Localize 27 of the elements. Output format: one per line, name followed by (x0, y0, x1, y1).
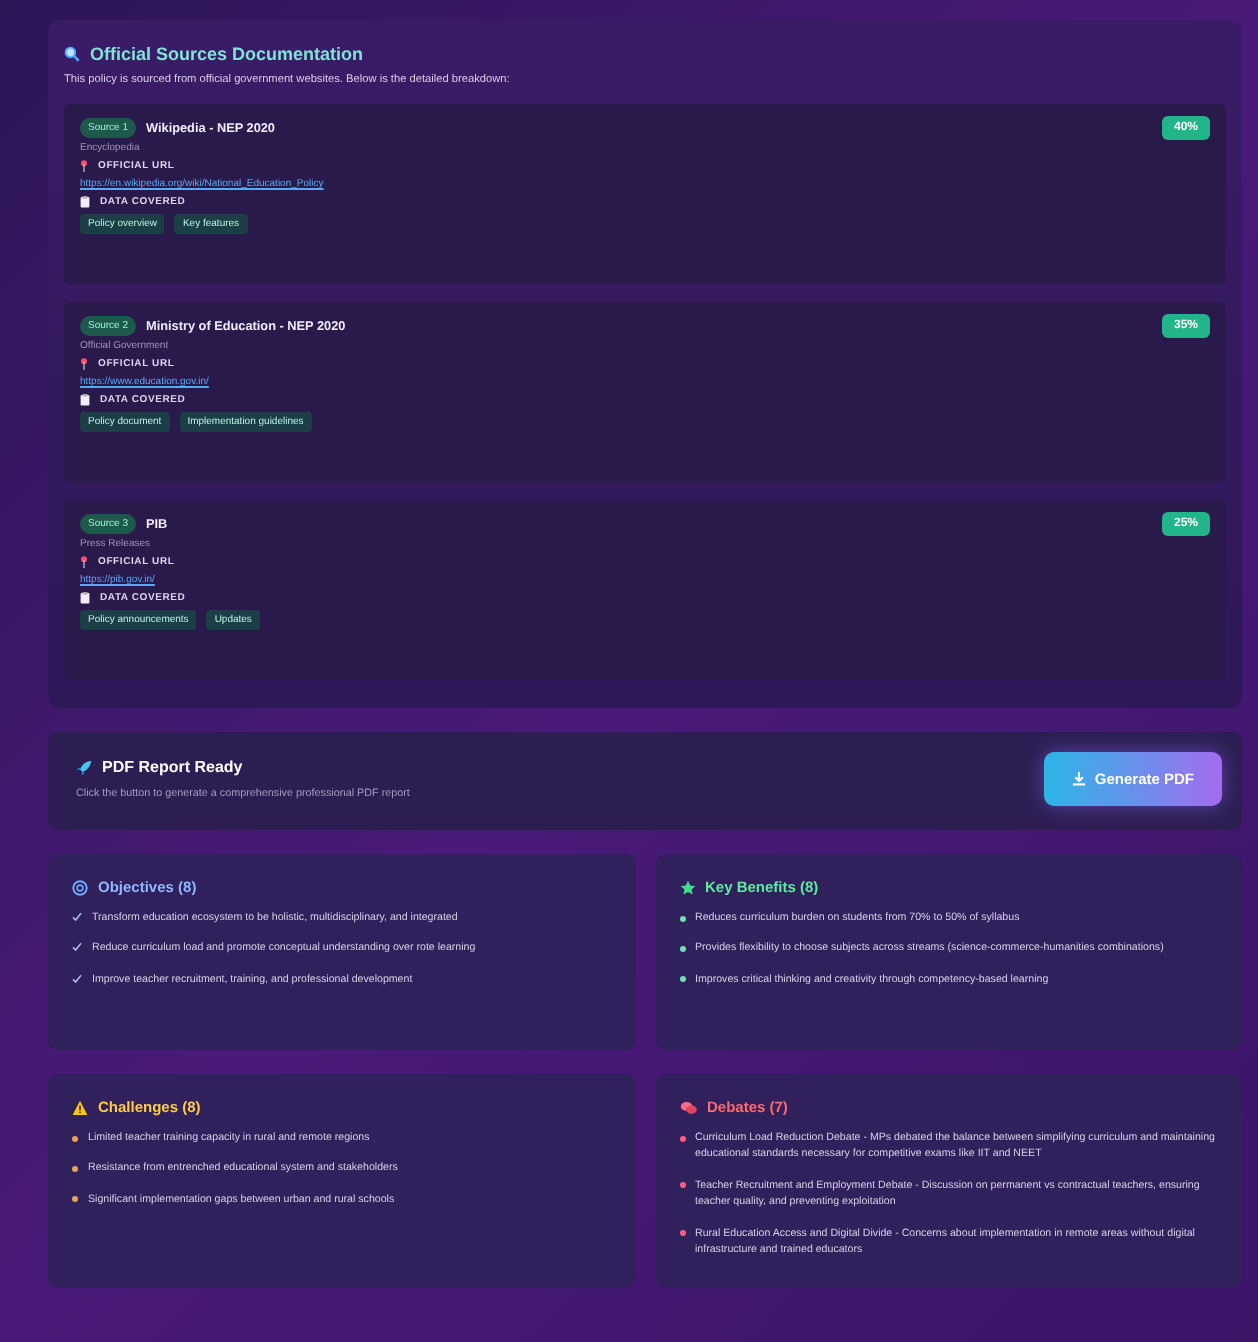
pin-icon (80, 556, 88, 568)
target-icon (72, 879, 88, 895)
warning-icon (72, 1099, 88, 1115)
rocket-icon (76, 759, 92, 775)
clipboard-icon (80, 592, 90, 604)
bullet-icon (679, 945, 685, 952)
bullet-icon (679, 1182, 685, 1189)
pin-icon (80, 358, 88, 370)
check-icon (72, 942, 82, 953)
check-icon (72, 973, 82, 984)
clipboard-icon (80, 196, 90, 208)
speech-bubbles-icon (679, 1099, 697, 1115)
star-icon (679, 879, 695, 895)
panel-title-text: Official Sources Documentation (90, 44, 364, 64)
bullet-icon (679, 915, 685, 921)
bullet-icon (679, 1135, 685, 1141)
bullet-icon (72, 1135, 78, 1141)
banner-title: PDF Report Ready (102, 758, 243, 776)
clipboard-icon (80, 394, 90, 406)
download-icon (1072, 772, 1087, 786)
pin-icon (80, 160, 88, 172)
search-icon (64, 46, 80, 62)
bullet-icon (679, 976, 685, 983)
bullet-icon (72, 1196, 78, 1203)
bullet-icon (72, 1165, 78, 1172)
check-icon (72, 912, 82, 922)
bullet-icon (679, 1230, 685, 1237)
